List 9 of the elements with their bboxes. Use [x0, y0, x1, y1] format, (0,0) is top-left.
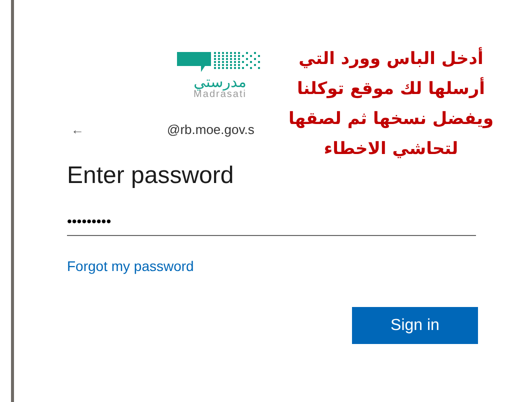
account-email: @rb.moe.gov.s	[167, 122, 254, 137]
logo-text: مدرستي	[194, 75, 246, 90]
logo-icon	[177, 50, 263, 74]
sign-in-button[interactable]: Sign in	[352, 307, 478, 344]
page-heading: Enter password	[67, 161, 235, 191]
instruction-note: أدخل الباس وورد التي أرسلها لك موقع توكلنا ويفضل نسخها ثم لصقها لتحاشي الاخطاء	[288, 46, 494, 161]
forgot-password-link[interactable]: Forgot my password	[67, 258, 194, 274]
back-button[interactable]: ←	[71, 122, 167, 137]
logo-subtitle: Madrasati	[194, 90, 246, 100]
